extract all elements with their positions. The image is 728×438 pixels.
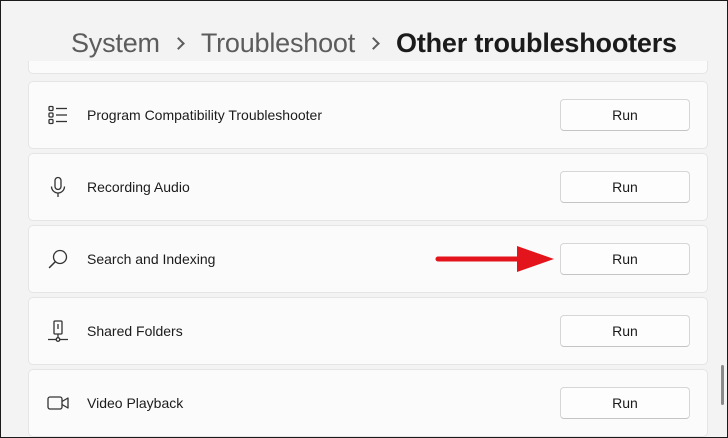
troubleshooter-label: Recording Audio [87,179,190,195]
troubleshooter-label: Program Compatibility Troubleshooter [87,107,322,123]
video-camera-icon [47,396,69,410]
page-title: Other troubleshooters [396,27,677,58]
run-button-program-compatibility[interactable]: Run [560,99,690,131]
run-button-search-indexing[interactable]: Run [560,243,690,275]
annotation-arrow-icon [435,246,554,272]
troubleshooter-row-recording-audio: Recording Audio Run [28,153,708,221]
run-button-recording-audio[interactable]: Run [560,171,690,203]
troubleshooter-row-search-indexing: Search and Indexing Run [28,225,708,293]
troubleshooter-label: Shared Folders [87,323,183,339]
scrollbar-thumb[interactable] [721,365,724,405]
breadcrumb: System Troubleshoot Other troubleshooter… [71,25,677,61]
troubleshooter-label: Video Playback [87,395,184,411]
breadcrumb-system[interactable]: System [71,28,160,59]
troubleshooter-row-shared-folders: Shared Folders Run [28,297,708,365]
troubleshooter-row-video-playback: Video Playback Run [28,369,708,437]
run-button-shared-folders[interactable]: Run [560,315,690,347]
search-icon [48,249,68,269]
run-button-video-playback[interactable]: Run [560,387,690,419]
troubleshooter-label: Search and Indexing [87,251,216,267]
chevron-right-icon [367,36,380,50]
list-icon [48,105,67,125]
microphone-icon [50,176,66,197]
breadcrumb-troubleshoot[interactable]: Troubleshoot [201,28,355,59]
previous-card-edge [28,61,708,74]
chevron-right-icon [171,36,185,50]
shared-folder-icon [48,320,68,342]
troubleshooter-row-program-compatibility: Program Compatibility Troubleshooter Run [28,81,708,149]
